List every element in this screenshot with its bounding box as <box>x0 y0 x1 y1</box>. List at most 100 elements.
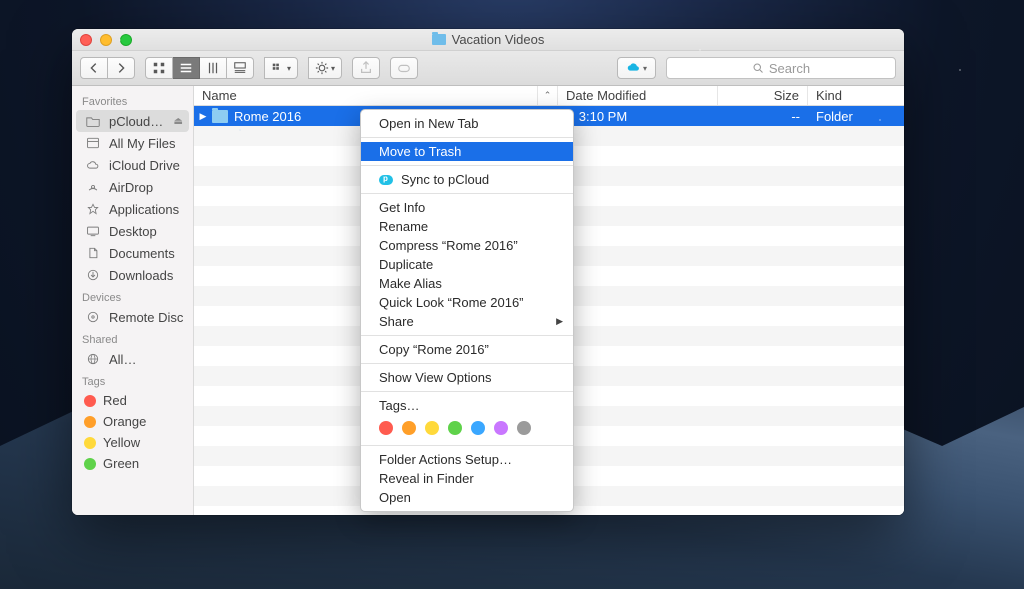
sidebar-item-desktop[interactable]: Desktop <box>72 220 193 242</box>
context-item-share[interactable]: Share▶ <box>361 312 573 331</box>
disclosure-triangle[interactable]: ▶ <box>194 111 212 122</box>
tag-color-dot[interactable] <box>402 421 416 435</box>
sidebar-tag-green[interactable]: Green <box>72 453 193 474</box>
share-button[interactable] <box>352 57 380 79</box>
window-title: Vacation Videos <box>432 32 545 47</box>
context-item-label: Make Alias <box>379 276 442 291</box>
tag-dot-red <box>84 395 96 407</box>
coverflow-view-button[interactable] <box>227 57 254 79</box>
menu-separator <box>361 165 573 166</box>
file-size: -- <box>718 109 808 124</box>
context-item-rename[interactable]: Rename <box>361 217 573 236</box>
context-item-open-in-new-tab[interactable]: Open in New Tab <box>361 114 573 133</box>
tag-color-dot[interactable] <box>494 421 508 435</box>
window-title-text: Vacation Videos <box>452 32 545 47</box>
sidebar-section-devices: Devices <box>72 286 193 306</box>
context-tag-colors <box>361 415 573 441</box>
context-item-get-info[interactable]: Get Info <box>361 198 573 217</box>
folder-icon <box>212 110 228 123</box>
arrange-group: ▾ <box>264 57 298 79</box>
context-item-compress-rome-2016[interactable]: Compress “Rome 2016” <box>361 236 573 255</box>
view-mode-buttons <box>145 57 254 79</box>
back-button[interactable] <box>80 57 108 79</box>
column-headers: Name ⌃ Date Modified Size Kind <box>194 86 904 106</box>
context-item-move-to-trash[interactable]: Move to Trash <box>361 142 573 161</box>
window-titlebar[interactable]: Vacation Videos <box>72 29 904 51</box>
column-date[interactable]: Date Modified <box>558 86 718 105</box>
disc-icon <box>84 309 102 325</box>
context-item-duplicate[interactable]: Duplicate <box>361 255 573 274</box>
sidebar-section-favorites: Favorites <box>72 90 193 110</box>
search-icon <box>752 62 764 74</box>
menu-separator <box>361 391 573 392</box>
documents-icon <box>84 245 102 261</box>
context-item-sync-to-pcloud[interactable]: Sync to pCloud <box>361 170 573 189</box>
forward-button[interactable] <box>108 57 135 79</box>
sort-indicator[interactable]: ⌃ <box>538 86 558 105</box>
file-kind: Folder <box>808 109 904 124</box>
tag-dot-orange <box>84 416 96 428</box>
sidebar: Favorites pCloud…⏏ All My Files iCloud D… <box>72 86 194 515</box>
action-menu-button[interactable]: ▾ <box>308 57 342 79</box>
submenu-arrow-icon: ▶ <box>556 316 563 327</box>
tag-color-dot[interactable] <box>517 421 531 435</box>
menu-separator <box>361 363 573 364</box>
file-date: y, 3:10 PM <box>558 109 718 124</box>
sidebar-item-icloud-drive[interactable]: iCloud Drive <box>72 154 193 176</box>
arrange-button[interactable]: ▾ <box>264 57 298 79</box>
close-button[interactable] <box>80 34 92 46</box>
search-placeholder: Search <box>769 61 810 76</box>
context-item-label: Quick Look “Rome 2016” <box>379 295 524 310</box>
context-item-make-alias[interactable]: Make Alias <box>361 274 573 293</box>
tag-color-dot[interactable] <box>425 421 439 435</box>
sidebar-item-airdrop[interactable]: AirDrop <box>72 176 193 198</box>
tag-color-dot[interactable] <box>379 421 393 435</box>
list-view-button[interactable] <box>173 57 200 79</box>
column-name[interactable]: Name <box>194 86 538 105</box>
folder-icon <box>84 113 102 129</box>
context-item-label: Tags… <box>379 398 419 413</box>
menu-separator <box>361 335 573 336</box>
context-item-label: Compress “Rome 2016” <box>379 238 518 253</box>
sidebar-tag-orange[interactable]: Orange <box>72 411 193 432</box>
zoom-button[interactable] <box>120 34 132 46</box>
tag-color-dot[interactable] <box>448 421 462 435</box>
context-item-tags[interactable]: Tags… <box>361 396 573 415</box>
column-kind[interactable]: Kind <box>808 86 904 105</box>
minimize-button[interactable] <box>100 34 112 46</box>
sidebar-item-downloads[interactable]: Downloads <box>72 264 193 286</box>
sidebar-section-tags: Tags <box>72 370 193 390</box>
icon-view-button[interactable] <box>145 57 173 79</box>
context-item-label: Sync to pCloud <box>401 172 489 187</box>
sidebar-item-all-my-files[interactable]: All My Files <box>72 132 193 154</box>
column-view-button[interactable] <box>200 57 227 79</box>
context-item-folder-actions-setup[interactable]: Folder Actions Setup… <box>361 450 573 469</box>
action-group: ▾ <box>308 57 342 79</box>
sidebar-item-pcloud[interactable]: pCloud…⏏ <box>76 110 189 132</box>
column-size[interactable]: Size <box>718 86 808 105</box>
context-item-quick-look-rome-2016[interactable]: Quick Look “Rome 2016” <box>361 293 573 312</box>
sidebar-item-all-shared[interactable]: All… <box>72 348 193 370</box>
sidebar-tag-yellow[interactable]: Yellow <box>72 432 193 453</box>
tag-color-dot[interactable] <box>471 421 485 435</box>
search-field[interactable]: Search <box>666 57 896 79</box>
pcloud-toolbar-button[interactable]: ▾ <box>617 57 656 79</box>
desktop-background: Vacation Videos ▾ ▾ ▾ Search <box>0 0 1024 589</box>
window-controls <box>80 34 132 46</box>
sidebar-item-applications[interactable]: Applications <box>72 198 193 220</box>
tag-dot-yellow <box>84 437 96 449</box>
context-item-open[interactable]: Open <box>361 488 573 507</box>
sidebar-item-documents[interactable]: Documents <box>72 242 193 264</box>
context-item-label: Rename <box>379 219 428 234</box>
context-item-copy-rome-2016[interactable]: Copy “Rome 2016” <box>361 340 573 359</box>
tags-button[interactable] <box>390 57 418 79</box>
tag-dot-green <box>84 458 96 470</box>
context-menu: Open in New Tab Move to Trash Sync to pClo… <box>360 109 574 512</box>
sidebar-item-remote-disc[interactable]: Remote Disc <box>72 306 193 328</box>
context-item-reveal-in-finder[interactable]: Reveal in Finder <box>361 469 573 488</box>
context-item-label: Open in New Tab <box>379 116 479 131</box>
eject-icon[interactable]: ⏏ <box>174 116 183 127</box>
context-item-show-view-options[interactable]: Show View Options <box>361 368 573 387</box>
context-item-label: Folder Actions Setup… <box>379 452 512 467</box>
sidebar-tag-red[interactable]: Red <box>72 390 193 411</box>
